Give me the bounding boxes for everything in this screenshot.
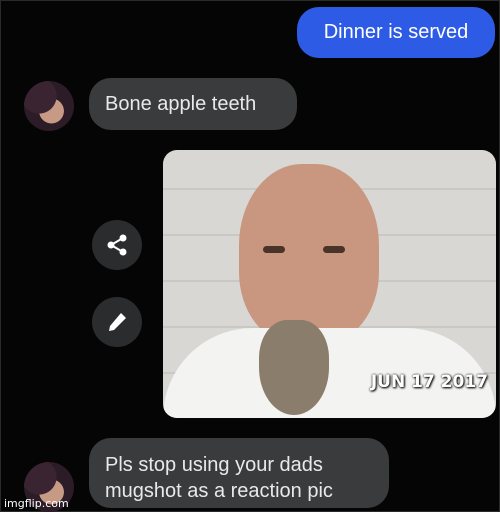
incoming-message-text-line: mugshot as a reaction pic [105, 480, 333, 502]
photo-eye-right [323, 246, 345, 253]
pencil-icon [109, 313, 126, 331]
incoming-message-text: Bone apple teeth [105, 93, 257, 115]
avatar[interactable] [24, 81, 74, 131]
incoming-message-bubble[interactable]: Bone apple teeth [89, 78, 297, 130]
watermark: imgflip.com [4, 497, 69, 510]
photo-head [239, 164, 379, 344]
photo-beard [259, 320, 329, 415]
photo-eye-left [263, 246, 285, 253]
share-icon [107, 234, 127, 256]
edit-button[interactable] [92, 297, 142, 347]
mugshot-photo[interactable]: JUN 17 2017 [163, 150, 496, 418]
outgoing-message-text: Dinner is served [323, 21, 469, 43]
share-button[interactable] [92, 220, 142, 270]
outgoing-message-bubble[interactable]: Dinner is served [297, 7, 495, 58]
photo-date-stamp: JUN 17 2017 [370, 372, 488, 392]
incoming-message-text-line: Pls stop using your dads [105, 454, 323, 476]
incoming-message-bubble[interactable]: Pls stop using your dads mugshot as a re… [89, 438, 389, 508]
avatar-hair [24, 81, 74, 131]
